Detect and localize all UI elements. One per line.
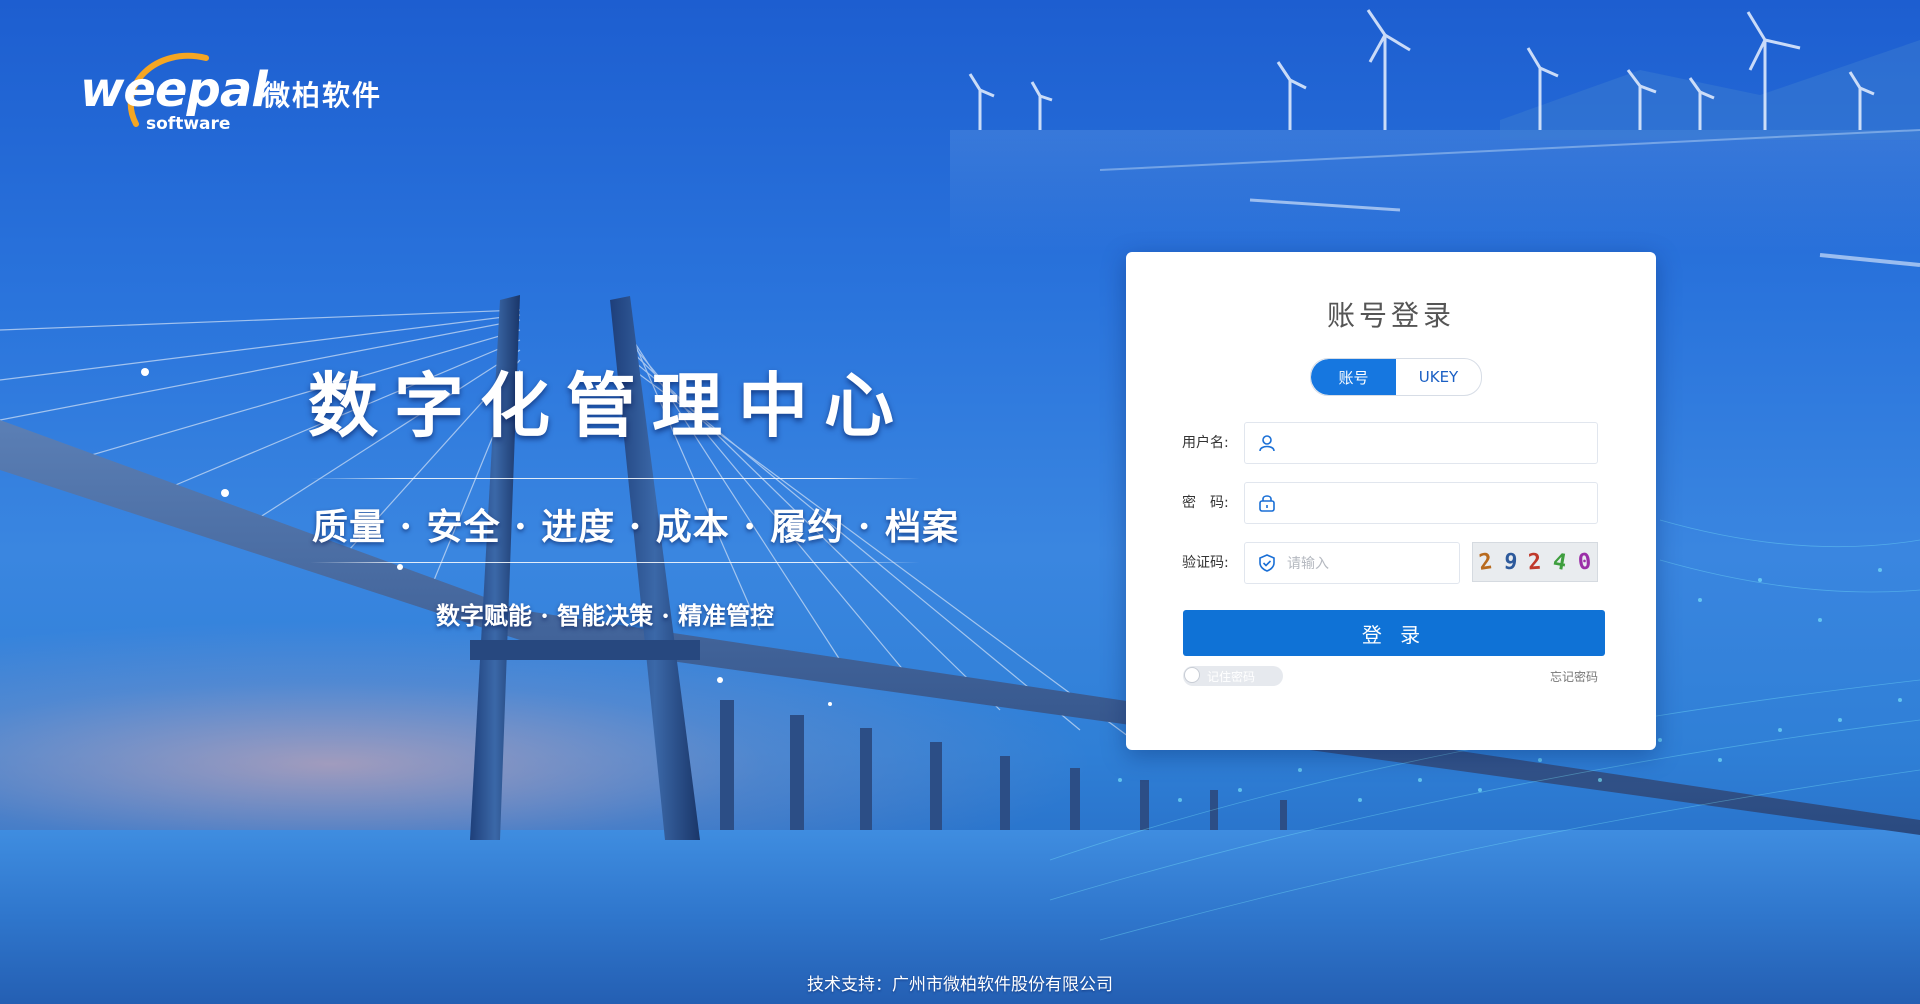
company-logo: weepal software 微柏软件 — [78, 44, 408, 144]
captcha-label: 验证码: — [1182, 555, 1229, 571]
logo-wordmark: weepal — [80, 62, 268, 118]
logo-chinese-name: 微柏软件 — [262, 79, 383, 112]
captcha-char: 2 — [1477, 548, 1494, 576]
tab-account[interactable]: 账号 — [1311, 359, 1396, 395]
footer-support-text: 技术支持：广州市微柏软件股份有限公司 — [807, 975, 1113, 995]
forgot-password-link[interactable]: 忘记密码 — [1550, 668, 1598, 685]
password-field-box — [1244, 482, 1598, 525]
tab-ukey[interactable]: UKEY — [1396, 359, 1481, 395]
password-input[interactable] — [1285, 483, 1593, 525]
username-field-box — [1244, 422, 1598, 465]
captcha-char: 0 — [1576, 548, 1593, 576]
captcha-image[interactable]: 2 9 2 4 0 — [1472, 542, 1598, 582]
login-method-tabs: 账号 UKEY — [1310, 358, 1482, 396]
hero-divider-bottom — [310, 562, 920, 563]
login-button[interactable]: 登 录 — [1183, 610, 1605, 656]
login-title: 账号登录 — [1326, 299, 1455, 332]
lock-icon — [1259, 495, 1275, 512]
remember-password-toggle[interactable]: 记住密码 — [1183, 666, 1283, 686]
captcha-char: 2 — [1527, 549, 1543, 575]
hero-tagline: 数字赋能 · 智能决策 · 精准管控 — [436, 601, 775, 630]
captcha-field-box — [1244, 542, 1460, 585]
username-label: 用户名: — [1182, 435, 1229, 451]
shield-check-icon — [1259, 554, 1275, 572]
remember-password-label: 记住密码 — [1207, 670, 1256, 684]
hero-subline: 质量 · 安全 · 进度 · 成本 · 履约 · 档案 — [312, 506, 959, 548]
captcha-char: 9 — [1502, 548, 1519, 576]
captcha-input[interactable] — [1285, 543, 1455, 585]
user-icon — [1259, 435, 1275, 452]
logo-subtext: software — [146, 114, 231, 134]
captcha-char: 4 — [1551, 548, 1569, 576]
hero-divider-top — [310, 478, 920, 479]
toggle-knob — [1184, 667, 1200, 683]
username-input[interactable] — [1285, 423, 1593, 465]
hero-headline: 数字化管理中心 — [308, 364, 910, 447]
login-card: 账号登录 账号 UKEY 用户名: 密 码: 验证码: 请输入 2 9 2 4 … — [1126, 252, 1656, 750]
login-page: weepal software 微柏软件 数字化管理中心 质量 · 安全 · 进… — [0, 0, 1920, 1004]
password-label: 密 码: — [1182, 495, 1229, 511]
